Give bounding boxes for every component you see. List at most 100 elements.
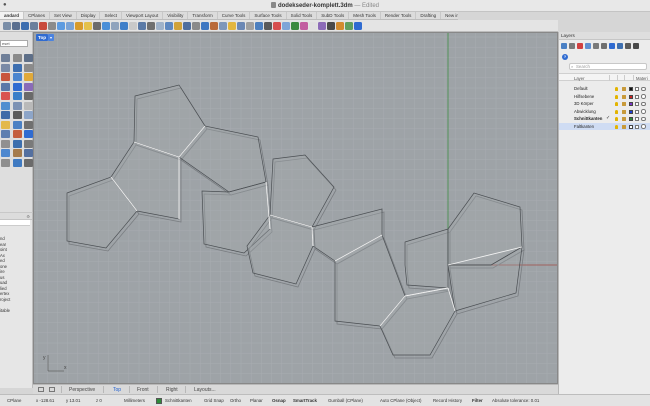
status-cplane[interactable]: CPlane [7,398,21,403]
toolbar-tool-icon[interactable] [20,22,29,30]
lightbulb-icon[interactable] [615,87,618,91]
gear-icon[interactable]: ⚙ [26,214,30,219]
status-units[interactable]: Millimeters [124,398,145,403]
print-color-swatch[interactable] [635,87,639,91]
layer-tool-icon[interactable] [569,43,575,49]
toolbar-tool-icon[interactable] [47,22,56,30]
layer-color-swatch[interactable] [629,87,633,91]
toolbar-tab[interactable]: Viewport Layout [122,12,164,19]
left-tool-icon[interactable] [24,139,33,148]
column-material[interactable]: Materi [636,76,648,81]
grid-layout-icon[interactable] [38,387,44,392]
lock-icon[interactable] [622,117,626,121]
toolbar-tab[interactable]: SubD Tools [317,12,350,19]
toolbar-tool-icon[interactable] [119,22,128,30]
left-tool-icon[interactable] [1,82,10,91]
left-tool-icon[interactable] [1,63,10,72]
single-view-icon[interactable] [49,387,55,392]
toolbar-tab[interactable]: Visibility [163,12,189,19]
left-tool-icon[interactable] [24,101,33,110]
tab-layouts[interactable]: Layouts... [194,387,216,393]
layer-search-input[interactable]: ⌕ Search [569,63,647,70]
toolbar-tab[interactable]: andard [0,12,25,19]
left-tool-icon[interactable] [12,111,22,119]
print-color-swatch[interactable] [635,124,639,129]
toolbar-tab[interactable]: Select [100,12,122,19]
left-tool-icon[interactable] [24,130,33,138]
viewport-menu-icon[interactable]: ▾ [48,34,54,41]
toolbar-tool-icon[interactable] [191,22,200,30]
toolbar-tool-icon[interactable] [182,22,191,30]
toolbar-tab[interactable]: Drafting [416,12,442,19]
toolbar-tab[interactable]: Surface Tools [250,12,287,19]
layers-panel-title[interactable]: Layers [559,32,650,40]
toolbar-tool-icon[interactable] [29,22,38,30]
toolbar-tool-icon[interactable] [236,22,245,30]
toolbar-tool-icon[interactable] [155,22,164,30]
toggle-grid-snap[interactable]: Grid Snap [204,398,224,403]
toggle-auto-cplane[interactable]: Auto CPlane (Object) [380,398,422,403]
toolbar-tool-icon[interactable] [245,22,254,30]
left-tool-icon[interactable] [1,158,10,167]
layer-tool-icon[interactable] [609,43,615,49]
left-tool-icon[interactable] [12,101,22,110]
left-tool-icon[interactable] [24,63,33,72]
toolbar-tool-icon[interactable] [335,22,344,30]
left-tool-icon[interactable] [24,158,33,167]
layer-tool-icon[interactable] [617,43,623,49]
layer-tool-icon[interactable] [577,43,583,49]
layer-row[interactable]: 3D Körper [559,100,650,108]
left-tool-icon[interactable] [1,92,10,100]
layer-tool-icon[interactable] [593,43,599,49]
left-tool-icon[interactable] [1,101,10,110]
material-icon[interactable] [641,124,646,129]
toolbar-tool-icon[interactable] [92,22,101,30]
layer-tool-icon[interactable] [561,43,567,49]
left-tool-icon[interactable] [12,82,22,91]
toolbar-tool-icon[interactable] [11,22,20,30]
left-tool-icon[interactable] [12,130,22,138]
left-tool-icon[interactable] [12,149,22,157]
lightbulb-icon[interactable] [615,117,618,121]
lightbulb-icon[interactable] [615,109,618,114]
left-tool-icon[interactable] [12,158,22,167]
lightbulb-icon[interactable] [615,94,618,99]
toolbar-tab[interactable]: Mesh Tools [349,12,381,19]
toolbar-tool-icon[interactable] [65,22,74,30]
toolbar-tab[interactable]: New in V8 [441,12,458,19]
viewport-canvas[interactable]: xy [34,33,558,384]
toolbar-tool-icon[interactable] [2,22,11,30]
material-icon[interactable] [641,109,646,114]
lightbulb-icon[interactable] [615,102,618,106]
toolbar-tool-icon[interactable] [146,22,155,30]
material-icon[interactable] [641,86,646,92]
preset-field[interactable]: eset [0,40,28,47]
current-layer-check-icon[interactable]: ✓ [606,115,610,123]
left-tool-icon[interactable] [24,92,33,100]
toolbar-tool-icon[interactable] [218,22,227,30]
toolbar-tab[interactable]: Set View [50,12,77,19]
toggle-gumball[interactable]: Gumball (CPlane) [328,398,363,403]
left-tool-icon[interactable] [1,54,10,62]
layer-tool-icon[interactable] [585,43,591,49]
toolbar-tool-icon[interactable] [173,22,182,30]
toolbar-tool-icon[interactable] [344,22,353,30]
material-icon[interactable] [641,116,646,122]
left-tool-icon[interactable] [1,149,10,157]
toolbar-tab[interactable]: Curve Tools [218,12,251,19]
left-tool-icon[interactable] [24,149,33,157]
left-tool-icon[interactable] [12,92,22,100]
left-tool-icon[interactable] [1,139,10,148]
left-tool-icon[interactable] [12,120,22,129]
left-tool-icon[interactable] [1,130,10,138]
toolbar-tool-icon[interactable] [326,22,335,30]
toolbar-tool-icon[interactable] [299,22,308,30]
left-tool-icon[interactable] [24,54,33,62]
tab-top[interactable]: Top [113,387,121,393]
toolbar-tab[interactable]: Render Tools [381,12,417,19]
left-tool-icon[interactable] [1,120,10,129]
lock-icon[interactable] [622,87,626,91]
absolute-tolerance[interactable]: Absolute tolerance: 0.01 [492,398,539,403]
toggle-filter[interactable]: Filter [472,398,483,403]
column-layer[interactable]: Layer [574,76,584,81]
